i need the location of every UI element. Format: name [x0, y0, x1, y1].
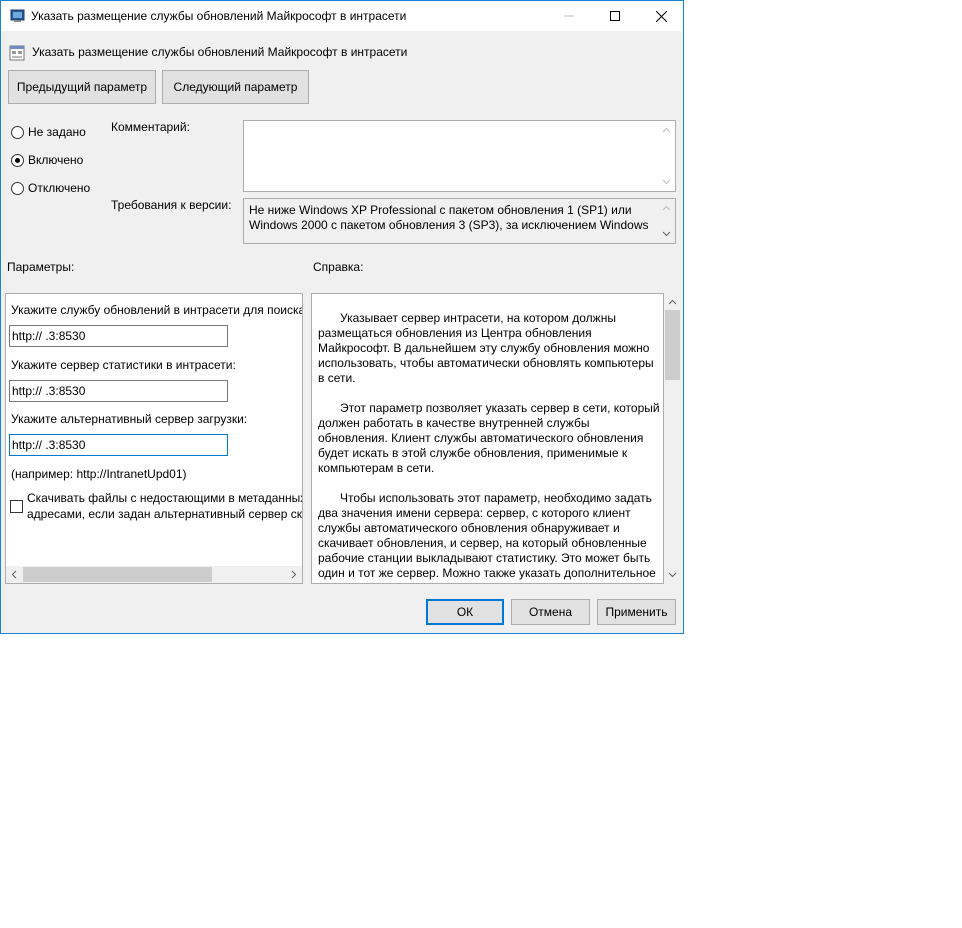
- help-section-title: Справка:: [313, 260, 364, 274]
- scroll-up-icon[interactable]: [662, 204, 671, 213]
- policy-dialog-window: Указать размещение службы обновлений Май…: [0, 0, 684, 634]
- radio-button[interactable]: [11, 153, 24, 167]
- alt-download-server-input[interactable]: http:// .3:8530: [9, 434, 228, 456]
- help-paragraph: Чтобы использовать этот параметр, необхо…: [318, 491, 656, 580]
- scroll-down-icon[interactable]: [662, 177, 671, 186]
- help-text: Указывает сервер интрасети, на котором д…: [318, 311, 660, 583]
- next-setting-button[interactable]: Следующий параметр: [162, 70, 309, 104]
- requirements-label: Требования к версии:: [111, 198, 232, 212]
- update-server-label: Укажите службу обновлений в интрасети дл…: [11, 303, 303, 317]
- parameters-horizontal-scrollbar[interactable]: [6, 566, 302, 583]
- apply-button[interactable]: Применить: [597, 599, 676, 625]
- download-checkbox-label-line1: Скачивать файлы с недостающими в метадан…: [27, 491, 303, 505]
- maximize-button[interactable]: [592, 1, 638, 31]
- requirements-value: Не ниже Windows XP Professional с пакето…: [249, 203, 649, 232]
- scroll-down-icon[interactable]: [668, 570, 677, 579]
- scroll-right-icon[interactable]: [289, 570, 298, 579]
- close-button[interactable]: [638, 1, 684, 31]
- stats-server-input[interactable]: http:// .3:8530: [9, 380, 228, 402]
- scroll-left-icon[interactable]: [10, 570, 19, 579]
- parameters-panel[interactable]: Укажите службу обновлений в интрасети дл…: [5, 293, 303, 584]
- window-title: Указать размещение службы обновлений Май…: [31, 9, 407, 23]
- policy-app-icon: [10, 9, 25, 22]
- scroll-up-icon[interactable]: [668, 298, 677, 307]
- radio-button[interactable]: [11, 181, 24, 195]
- requirements-textarea[interactable]: Не ниже Windows XP Professional с пакето…: [243, 198, 676, 244]
- comment-scrollbar[interactable]: [658, 121, 675, 191]
- minimize-icon: [564, 15, 574, 17]
- help-vertical-scrollbar[interactable]: [664, 293, 681, 584]
- radio-disabled[interactable]: Отключено: [11, 181, 90, 195]
- help-panel: Указывает сервер интрасети, на котором д…: [311, 293, 664, 584]
- radio-label-not-configured: Не задано: [28, 125, 86, 139]
- update-server-input[interactable]: http:// .3:8530: [9, 325, 228, 347]
- download-missing-files-checkbox[interactable]: [10, 500, 23, 513]
- example-hint: (например: http://IntranetUpd01): [11, 467, 187, 481]
- vertical-scroll-thumb[interactable]: [665, 310, 680, 380]
- parameters-section-title: Параметры:: [7, 260, 75, 274]
- scroll-down-icon[interactable]: [662, 229, 671, 238]
- cancel-button[interactable]: Отмена: [511, 599, 590, 625]
- radio-label-enabled: Включено: [28, 153, 84, 167]
- radio-button[interactable]: [11, 125, 24, 139]
- policy-setting-icon: [9, 45, 25, 61]
- stats-server-label: Укажите сервер статистики в интрасети:: [11, 358, 236, 372]
- comment-textarea[interactable]: [243, 120, 676, 192]
- alt-download-server-label: Укажите альтернативный сервер загрузки:: [11, 412, 248, 426]
- previous-setting-button[interactable]: Предыдущий параметр: [8, 70, 156, 104]
- close-icon: [655, 10, 667, 22]
- title-bar[interactable]: Указать размещение службы обновлений Май…: [1, 1, 683, 31]
- radio-label-disabled: Отключено: [28, 181, 91, 195]
- download-checkbox-label-line2: адресами, если задан альтернативный серв…: [27, 507, 303, 521]
- radio-enabled[interactable]: Включено: [11, 153, 83, 167]
- minimize-button[interactable]: [546, 1, 592, 31]
- scroll-up-icon[interactable]: [662, 126, 671, 135]
- horizontal-scroll-thumb[interactable]: [23, 567, 212, 582]
- maximize-icon: [610, 11, 620, 21]
- help-paragraph: Указывает сервер интрасети, на котором д…: [318, 311, 654, 385]
- radio-not-configured[interactable]: Не задано: [11, 125, 86, 139]
- policy-header-title: Указать размещение службы обновлений Май…: [32, 45, 408, 59]
- ok-button[interactable]: ОК: [426, 599, 504, 625]
- requirements-scrollbar[interactable]: [658, 199, 675, 243]
- help-paragraph: Этот параметр позволяет указать сервер в…: [318, 401, 660, 475]
- comment-label: Комментарий:: [111, 120, 190, 134]
- radio-selected-dot: [15, 157, 20, 163]
